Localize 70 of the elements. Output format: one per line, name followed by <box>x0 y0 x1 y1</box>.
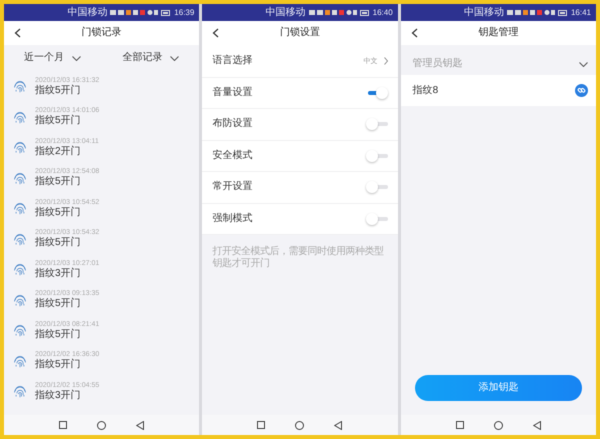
fingerprint-icon <box>13 232 27 246</box>
back-icon[interactable] <box>14 28 21 38</box>
recent-apps-icon[interactable] <box>59 421 68 429</box>
screen-title: 门锁记录 <box>82 27 122 39</box>
battery-icon <box>360 10 370 16</box>
fingerprint-icon <box>13 110 27 124</box>
carrier-name: 中国移动 <box>67 6 108 18</box>
home-icon[interactable] <box>97 420 106 430</box>
fingerprint-icon <box>13 140 27 154</box>
fingerprint-icon <box>13 262 27 276</box>
clock-time: 16:39 <box>174 8 194 18</box>
record-text: 指纹5开门 <box>35 115 82 128</box>
home-icon[interactable] <box>295 420 304 430</box>
record-text: 指纹3开门 <box>35 268 82 280</box>
setting-label: 布防设置 <box>212 118 252 130</box>
toggle-switch[interactable] <box>366 181 388 194</box>
fingerprint-icon <box>13 323 27 338</box>
chevron-right-icon[interactable] <box>384 57 388 66</box>
carrier-name: 中国移动 <box>464 6 504 18</box>
fingerprint-icon <box>13 201 27 216</box>
home-icon[interactable] <box>494 420 503 430</box>
setting-label: 音量设置 <box>212 86 252 99</box>
fingerprint-icon <box>13 170 27 185</box>
record-text: 指纹5开门 <box>35 84 82 97</box>
clock-time: 16:41 <box>570 8 591 18</box>
filter-dropdown[interactable]: 全部记录 <box>122 52 180 64</box>
setting-label: 安全模式 <box>212 150 252 162</box>
toggle-switch[interactable] <box>366 118 388 130</box>
section-title: 管理员钥匙 <box>412 58 463 70</box>
fingerprint-icon <box>13 292 27 307</box>
fingerprint-icon <box>13 79 27 94</box>
record-text: 指纹5开门 <box>35 359 82 372</box>
record-text: 指纹5开门 <box>35 328 82 341</box>
chevron-down-icon <box>170 56 180 60</box>
carrier-name: 中国移动 <box>266 6 306 18</box>
back-icon[interactable] <box>212 28 220 38</box>
link-icon[interactable] <box>574 84 588 97</box>
record-text: 指纹5开门 <box>35 298 82 310</box>
setting-label: 强制模式 <box>212 212 252 225</box>
screen-title: 钥匙管理 <box>478 27 518 39</box>
record-text: 指纹5开门 <box>35 237 82 250</box>
fingerprint-icon <box>13 354 27 368</box>
key-name: 指纹8 <box>412 84 438 96</box>
status-icons <box>308 9 357 16</box>
status-icons <box>110 9 158 16</box>
filter-dropdown[interactable]: 近一个月 <box>24 52 81 64</box>
hint-text: 打开安全模式后，需要同时使用两种类型钥匙才可开门 <box>211 244 384 270</box>
status-icons <box>506 9 555 16</box>
setting-label: 常开设置 <box>212 181 252 194</box>
recent-apps-icon[interactable] <box>257 421 266 429</box>
back-icon[interactable] <box>334 420 342 430</box>
screen-title: 门锁设置 <box>280 27 320 39</box>
toggle-switch[interactable] <box>366 212 388 225</box>
clock-time: 16:40 <box>372 8 393 18</box>
setting-label: 语言选择 <box>212 55 252 68</box>
back-icon[interactable] <box>532 420 541 430</box>
toggle-switch[interactable] <box>366 150 388 162</box>
record-text: 指纹5开门 <box>35 176 82 188</box>
chevron-down-icon <box>72 56 81 60</box>
recent-apps-icon[interactable] <box>456 421 464 429</box>
back-icon[interactable] <box>136 420 144 430</box>
record-text: 指纹3开门 <box>35 390 82 402</box>
back-icon[interactable] <box>410 28 418 38</box>
record-text: 指纹5开门 <box>35 206 82 219</box>
chevron-down-icon <box>578 62 588 66</box>
battery-icon <box>558 10 568 16</box>
battery-icon <box>161 10 172 16</box>
record-text: 指纹2开门 <box>35 146 82 158</box>
toggle-switch[interactable] <box>366 86 388 99</box>
fingerprint-icon <box>13 384 27 398</box>
